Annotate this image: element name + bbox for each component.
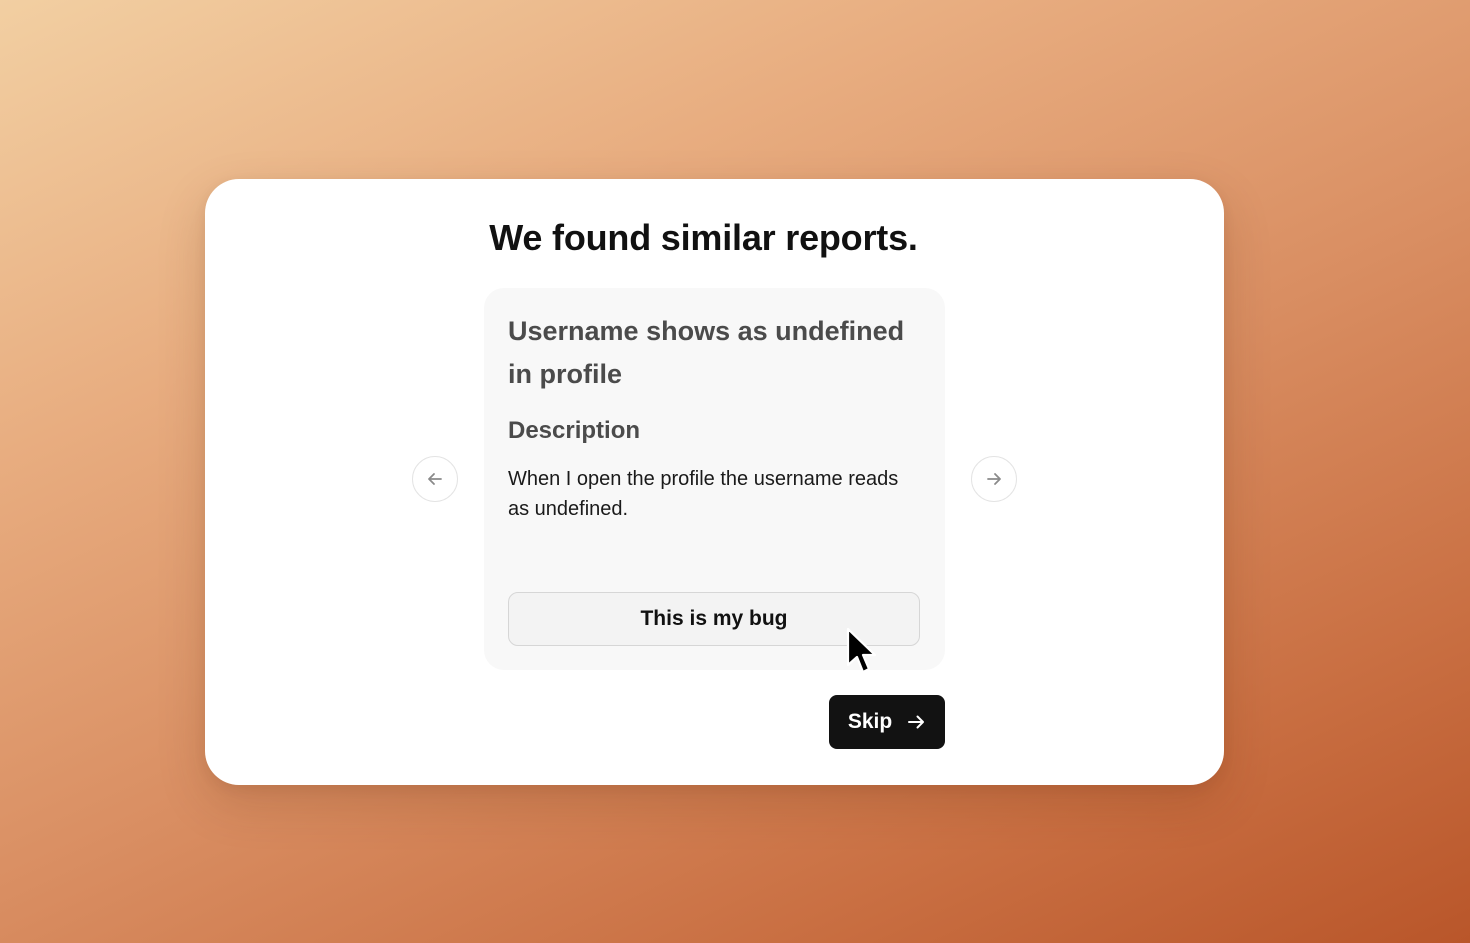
skip-label: Skip [847, 710, 893, 733]
skip-button[interactable]: Skip [829, 695, 945, 749]
report-description: When I open the profile the username rea… [508, 468, 899, 520]
similar-reports-dialog: We found similar reports. Username shows… [205, 179, 1224, 785]
report-card: Username shows as undefined in profile D… [484, 288, 945, 670]
arrow-left-icon [428, 473, 442, 485]
arrow-right-icon [906, 712, 926, 732]
report-title: Username shows as undefined in profile [508, 316, 905, 389]
arrow-right-icon [987, 473, 1001, 485]
dialog-title: We found similar reports. [489, 217, 918, 258]
description-heading: Description [508, 417, 641, 444]
next-report-button[interactable] [971, 456, 1017, 502]
previous-report-button[interactable] [412, 456, 458, 502]
this-is-my-bug-button[interactable]: This is my bug [508, 592, 920, 646]
